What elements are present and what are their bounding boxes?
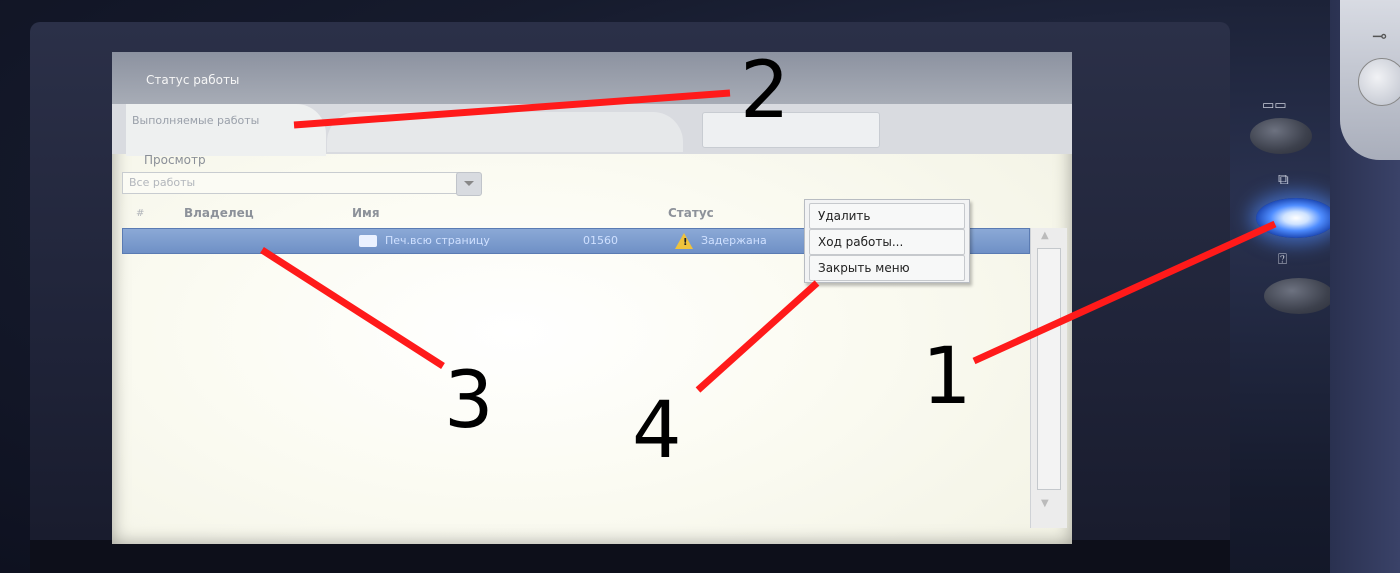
context-menu: Удалить Ход работы... Закрыть меню [804, 199, 970, 283]
help-icon: ⍰ [1278, 250, 1288, 268]
view-select[interactable]: Все работы [122, 172, 464, 194]
scroll-up-icon[interactable]: ▲ [1041, 230, 1049, 241]
menu-item-close-menu-label: Закрыть меню [818, 261, 910, 275]
menu-item-job-progress[interactable]: Ход работы... [809, 229, 965, 255]
column-header-number: # [136, 208, 145, 219]
touch-screen: Статус работы Выполняемые работы Просмот… [112, 52, 1072, 544]
key-icon: ⊸ [1372, 26, 1388, 47]
menu-item-delete-label: Удалить [818, 209, 871, 223]
annotation-number-4: 4 [632, 386, 682, 476]
power-knob[interactable] [1358, 58, 1400, 106]
scrollbar[interactable]: ▲ ▼ [1030, 228, 1067, 528]
menu-item-job-progress-label: Ход работы... [818, 235, 904, 249]
annotation-number-3: 3 [444, 356, 494, 446]
view-select-value: Все работы [129, 176, 196, 189]
tab-third[interactable] [702, 112, 880, 148]
column-header-name: Имя [352, 206, 380, 220]
document-icon [359, 235, 377, 247]
job-status-button[interactable] [1256, 198, 1336, 238]
menu-item-close-menu[interactable]: Закрыть меню [809, 255, 965, 281]
column-header-status: Статус [668, 206, 714, 220]
tab-active-jobs[interactable] [126, 104, 326, 156]
title-bar: Статус работы [112, 52, 1072, 104]
row-job-id: 01560 [583, 234, 618, 247]
view-label: Просмотр [144, 153, 206, 167]
view-dropdown-button[interactable] [456, 172, 482, 196]
row-job-status: Задержана [701, 234, 767, 247]
bezel-bottom-edge [30, 540, 1230, 573]
machine-status-icon: ▭▭ [1262, 98, 1287, 113]
tab-active-jobs-label: Выполняемые работы [132, 114, 260, 127]
screen-title: Статус работы [146, 73, 240, 87]
machine-status-button[interactable] [1250, 118, 1312, 154]
printer-control-panel: Статус работы Выполняемые работы Просмот… [0, 0, 1400, 573]
job-status-icon: ⧉ [1278, 170, 1289, 188]
row-job-name: Печ.всю страницу [385, 234, 490, 247]
tab-second[interactable] [327, 112, 683, 152]
annotation-number-1: 1 [922, 332, 972, 422]
annotation-number-2: 2 [740, 46, 790, 136]
scroll-down-icon[interactable]: ▼ [1041, 498, 1049, 509]
chevron-down-icon [464, 181, 474, 186]
scrollbar-thumb[interactable] [1037, 248, 1061, 490]
menu-item-delete[interactable]: Удалить [809, 203, 965, 229]
warning-mark: ! [683, 237, 688, 248]
column-header-owner: Владелец [184, 206, 254, 220]
help-button[interactable] [1264, 278, 1334, 314]
